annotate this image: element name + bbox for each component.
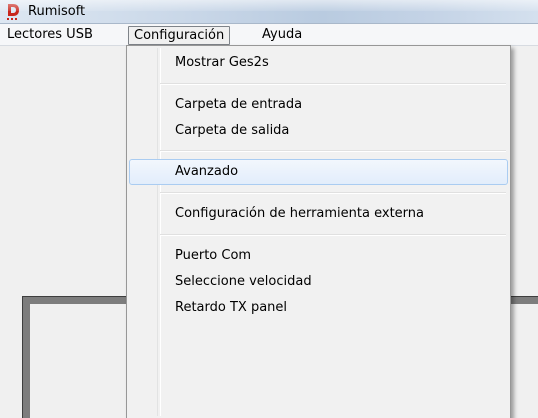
window-title: Rumisoft — [28, 4, 86, 19]
menu-item-herramienta-externa[interactable]: Configuración de herramienta externa — [129, 201, 508, 227]
menu-separator — [160, 234, 506, 236]
title-bar[interactable]: Rumisoft — [0, 0, 538, 24]
menu-item-mostrar-ges2s[interactable]: Mostrar Ges2s — [129, 50, 508, 76]
app-icon — [6, 3, 22, 21]
menu-separator — [160, 150, 506, 152]
menu-item-puerto-com[interactable]: Puerto Com — [129, 243, 508, 269]
configuracion-dropdown-menu: Mostrar Ges2s Carpeta de entrada Carpeta… — [126, 45, 511, 418]
menu-item-retardo-tx-panel[interactable]: Retardo TX panel — [129, 295, 508, 321]
menu-separator — [160, 192, 506, 194]
menu-configuracion[interactable]: Configuración — [128, 26, 231, 45]
menu-lectores-usb[interactable]: Lectores USB — [2, 26, 98, 45]
menu-ayuda[interactable]: Ayuda — [257, 26, 307, 45]
menu-item-avanzado[interactable]: Avanzado — [129, 159, 508, 185]
menu-separator — [160, 83, 506, 85]
menu-item-carpeta-salida[interactable]: Carpeta de salida — [129, 118, 508, 144]
menu-item-carpeta-entrada[interactable]: Carpeta de entrada — [129, 92, 508, 118]
menu-item-seleccione-velocidad[interactable]: Seleccione velocidad — [129, 269, 508, 295]
menu-bar: Lectores USB Configuración Ayuda — [0, 24, 538, 46]
